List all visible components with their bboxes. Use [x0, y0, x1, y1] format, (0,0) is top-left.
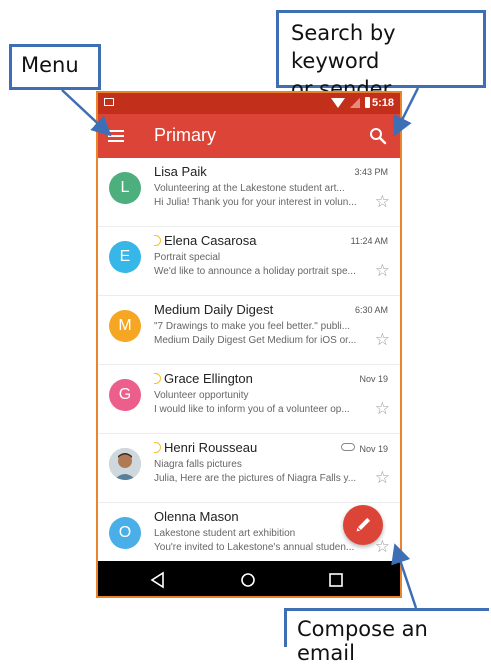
important-marker-icon[interactable] [154, 373, 161, 384]
email-row[interactable]: Henri Rousseau Nov 19 Niagra falls picture… [98, 434, 400, 503]
notification-icon [104, 98, 114, 106]
status-bar: 5:18 [98, 93, 400, 114]
email-time: Nov 19 [341, 443, 388, 454]
sender-label: Medium Daily Digest [154, 302, 274, 317]
email-snippet: You're invited to Lakestone's annual stu… [154, 542, 355, 553]
avatar[interactable]: E [109, 241, 141, 273]
time-label: 6:30 AM [354, 305, 388, 315]
email-snippet: Medium Daily Digest Get Medium for iOS o… [154, 335, 357, 346]
battery-icon [365, 97, 370, 108]
email-snippet: I would like to inform you of a voluntee… [154, 404, 350, 415]
sender-name: Henri Rousseau [154, 440, 257, 455]
app-bar: Primary [98, 114, 400, 158]
time-label: 3:43 PM [354, 167, 388, 177]
email-time: 3:43 PM [354, 167, 388, 177]
signal-icon [350, 97, 360, 108]
email-row[interactable]: E Elena Casarosa 11:24 AM Portrait special W… [98, 227, 400, 296]
callout-search-text-line1: Search by keyword [291, 21, 396, 73]
callout-menu-text: Menu [21, 53, 79, 77]
star-icon[interactable]: ☆ [375, 262, 390, 279]
important-marker-icon[interactable] [154, 235, 161, 246]
email-snippet: We'd like to announce a holiday portrait… [154, 266, 356, 277]
email-row[interactable]: L Lisa Paik 3:43 PM Volunteering at the Lak… [98, 158, 400, 227]
star-icon[interactable]: ☆ [375, 331, 390, 348]
pencil-icon [356, 517, 371, 532]
callout-compose-text: Compose an email [297, 617, 428, 665]
star-icon[interactable]: ☆ [375, 193, 390, 210]
sender-name: Olenna Mason [154, 509, 239, 524]
home-circle-icon[interactable] [238, 570, 258, 590]
status-icons [331, 97, 370, 108]
sender-label: Elena Casarosa [164, 233, 257, 248]
search-icon[interactable] [366, 124, 390, 148]
time-label: Nov 19 [359, 374, 388, 384]
email-time: 6:30 AM [355, 305, 388, 315]
hamburger-menu-icon[interactable] [104, 124, 128, 148]
star-icon[interactable]: ☆ [375, 469, 390, 486]
wifi-icon [331, 97, 345, 108]
time-label: 11:24 AM [350, 236, 388, 246]
callout-search: Search by keyword or sender [276, 10, 486, 101]
star-icon[interactable]: ☆ [375, 400, 390, 417]
email-list: L Lisa Paik 3:43 PM Volunteering at the Lak… [98, 158, 400, 561]
compose-button[interactable] [343, 505, 383, 545]
phone-screen: 5:18 Primary L Lisa Paik 3:43 PM Volunteeri… [96, 91, 402, 598]
sender-name: Elena Casarosa [154, 233, 257, 248]
email-subject: Volunteer opportunity [154, 390, 249, 401]
sender-label: Olenna Mason [154, 509, 239, 524]
email-subject: "7 Drawings to make you feel better." pu… [154, 321, 351, 332]
sender-label: Lisa Paik [154, 164, 207, 179]
sender-label: Grace Ellington [164, 371, 253, 386]
sender-label: Henri Rousseau [164, 440, 258, 455]
important-marker-icon[interactable] [154, 442, 161, 453]
status-time: 5:18 [371, 97, 394, 109]
email-row[interactable]: G Grace Ellington Nov 19 Volunteer opportun… [98, 365, 400, 434]
nav-bar [98, 561, 400, 596]
email-time: 11:24 AM [351, 236, 388, 246]
time-label: Nov 19 [359, 444, 388, 454]
callout-menu: Menu [9, 44, 101, 90]
avatar[interactable]: O [109, 517, 141, 549]
email-subject: Volunteering at the Lakestone student ar… [154, 183, 345, 194]
email-subject: Portrait special [154, 252, 221, 263]
avatar-photo[interactable] [109, 448, 141, 480]
email-subject: Lakestone student art exhibition [154, 528, 296, 539]
callout-compose: Compose an email [284, 608, 489, 665]
email-snippet: Hi Julia! Thank you for your interest in… [154, 197, 357, 208]
sender-name: Grace Ellington [154, 371, 253, 386]
email-row[interactable]: M Medium Daily Digest 6:30 AM "7 Drawings t… [98, 296, 400, 365]
sender-name: Lisa Paik [154, 164, 207, 179]
sender-name: Medium Daily Digest [154, 302, 273, 317]
avatar[interactable]: M [109, 310, 141, 342]
email-subject: Niagra falls pictures [154, 459, 242, 470]
attachment-icon [341, 443, 356, 451]
avatar[interactable]: L [109, 172, 141, 204]
email-snippet: Julia, Here are the pictures of Niagra F… [154, 473, 357, 484]
back-triangle-icon[interactable] [148, 570, 168, 590]
email-time: Nov 19 [359, 374, 388, 384]
page-title: Primary [154, 125, 216, 145]
recents-square-icon[interactable] [326, 570, 346, 590]
avatar[interactable]: G [109, 379, 141, 411]
